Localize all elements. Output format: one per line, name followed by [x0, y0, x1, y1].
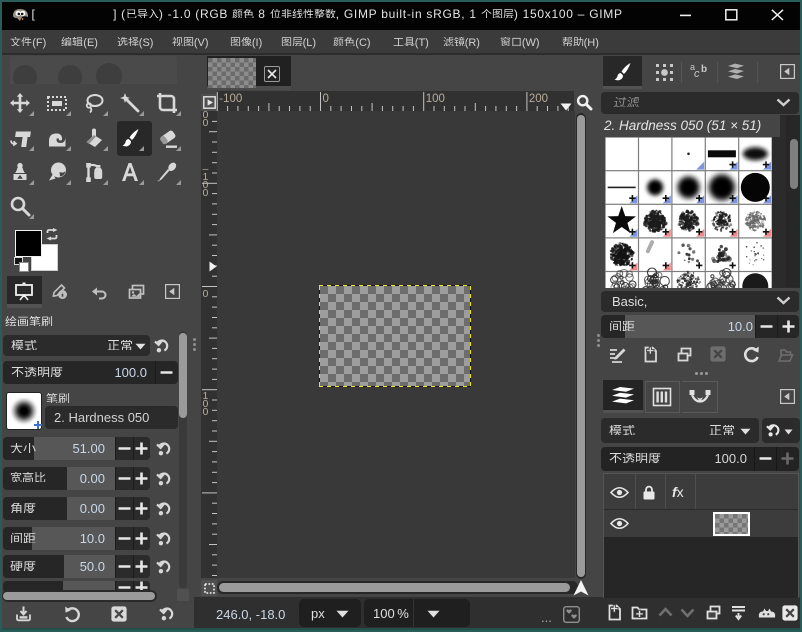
svg-text:c: c: [694, 68, 700, 80]
svg-text:b: b: [701, 64, 707, 75]
